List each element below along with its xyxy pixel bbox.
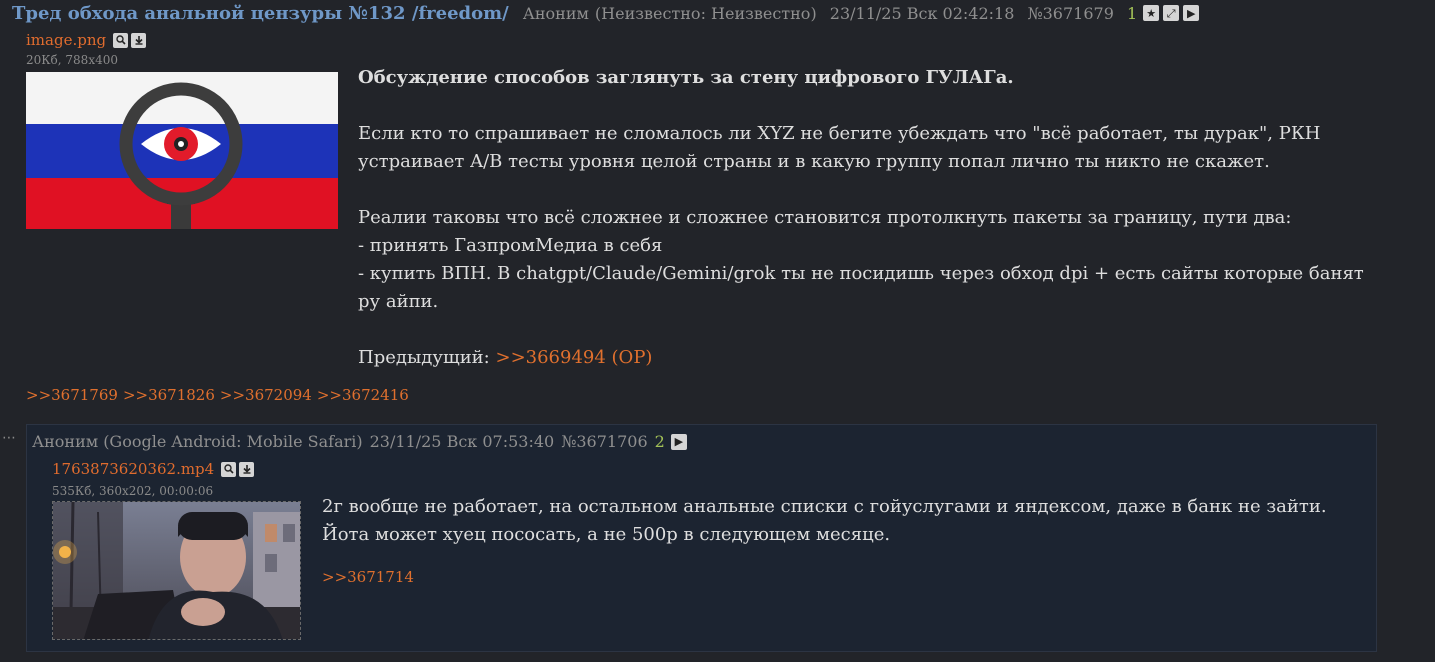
reply-poster-device: (Google Android: Mobile Safari): [103, 432, 363, 451]
search-icon[interactable]: [221, 461, 237, 477]
op-replies: >>3671769 >>3671826 >>3672094 >>3672416: [26, 386, 414, 404]
download-icon[interactable]: [131, 32, 147, 48]
favorite-star-icon[interactable]: ★: [1143, 5, 1160, 21]
reply-video-thumbnail[interactable]: [52, 501, 301, 640]
poster-device: (Неизвестно: Неизвестно): [594, 3, 817, 23]
post-date: 23/11/25 Вск 02:42:18: [829, 3, 1015, 23]
op-file-meta: 20Кб, 788x400: [26, 53, 118, 67]
prev-thread-link[interactable]: >>3669494 (OP): [495, 347, 652, 368]
op-file-line: image.png: [26, 31, 147, 49]
post-menu-dots-icon[interactable]: ⋯: [2, 430, 17, 446]
play-icon[interactable]: ▶: [1183, 5, 1200, 21]
reply-link[interactable]: >>3671769: [26, 386, 118, 404]
op-p2-line2: - принять ГазпромМедиа в себя: [358, 235, 663, 256]
reply-file-line: 1763873620362.mp4: [52, 460, 255, 478]
post-number[interactable]: №3671679: [1027, 4, 1113, 23]
reply-link[interactable]: >>3672416: [317, 386, 409, 404]
post-count: 1: [1126, 3, 1138, 23]
play-icon[interactable]: ▶: [670, 433, 687, 450]
reply-link[interactable]: >>3672094: [220, 386, 312, 404]
op-lead: Обсуждение способов заглянуть за стену ц…: [358, 67, 1014, 88]
op-file-name[interactable]: image.png: [26, 31, 106, 49]
expand-icon[interactable]: ⤢: [1163, 5, 1180, 21]
reply-file-meta: 535Кб, 360x202, 00:00:06: [52, 484, 214, 498]
reply-post-body: 2г вообще не работает, на остальном анал…: [322, 493, 1367, 549]
op-previous-thread: Предыдущий: >>3669494 (OP): [358, 344, 1418, 372]
reply-link[interactable]: >>3671826: [123, 386, 215, 404]
reply-file-name[interactable]: 1763873620362.mp4: [52, 460, 214, 478]
thread-subject[interactable]: Тред обхода анальной цензуры №132 /freed…: [12, 3, 509, 24]
download-icon[interactable]: [239, 461, 255, 477]
op-p1-line1: Если кто то спрашивает не сломалось ли X…: [358, 123, 1321, 144]
op-paragraph-2: Реалии таковы что всё сложнее и сложнее …: [358, 204, 1418, 316]
reply-poster-name: Аноним: [32, 432, 99, 451]
reply-post-count: 2: [654, 432, 665, 451]
reply-date: 23/11/25 Вск 07:53:40: [369, 432, 555, 451]
reply-text-line1: 2г вообще не работает, на остальном анал…: [322, 496, 1327, 517]
prev-label: Предыдущий:: [358, 347, 490, 368]
op-header: Тред обхода анальной цензуры №132 /freed…: [12, 0, 1203, 26]
op-p2-line3: - купить ВПН. В chatgpt/Claude/Gemini/gr…: [358, 263, 1364, 284]
search-icon[interactable]: [113, 32, 129, 48]
op-p1-line2: устраивает A/B тесты уровня целой страны…: [358, 151, 1270, 172]
op-image-thumbnail[interactable]: [26, 72, 338, 229]
op-post-body: Обсуждение способов заглянуть за стену ц…: [358, 64, 1418, 400]
poster-name: Аноним: [522, 3, 589, 23]
op-meta: Аноним (Неизвестно: Неизвестно) 23/11/25 …: [523, 4, 1143, 23]
op-p2-line1: Реалии таковы что всё сложнее и сложнее …: [358, 207, 1292, 228]
reply-text-line2: Йота может хуец пососать, а не 500р в сл…: [322, 524, 891, 545]
op-p2-line4: ру айпи.: [358, 291, 439, 312]
reply-header: Аноним (Google Android: Mobile Safari) 2…: [32, 432, 694, 451]
reply-post-number[interactable]: №3671706: [561, 432, 647, 451]
reply-quote-link[interactable]: >>3671714: [322, 568, 414, 586]
op-paragraph-1: Если кто то спрашивает не сломалось ли X…: [358, 120, 1418, 176]
